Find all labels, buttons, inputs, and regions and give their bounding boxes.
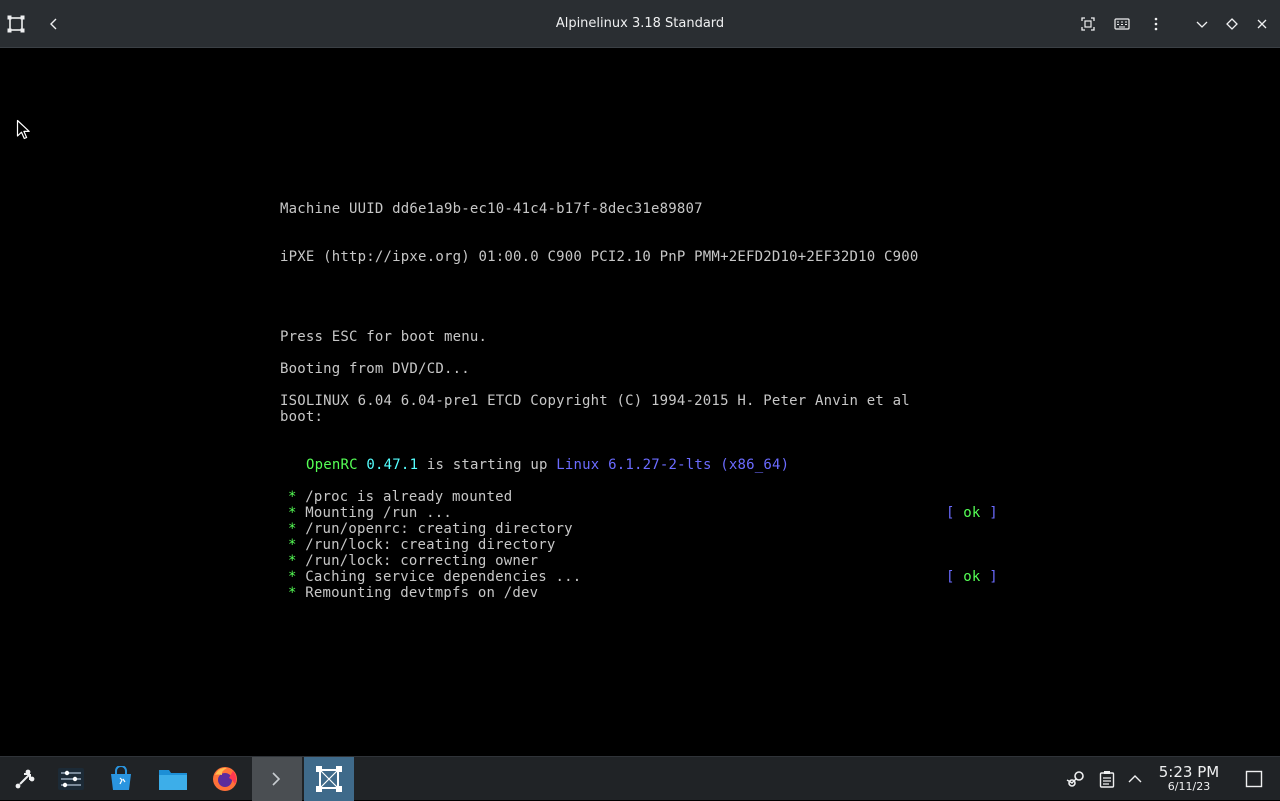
discover-store-icon[interactable] xyxy=(96,757,146,801)
chevron-up-icon[interactable] xyxy=(1125,769,1145,789)
service-line: * Caching service dependencies ... xyxy=(288,569,581,585)
fullscreen-icon[interactable] xyxy=(1072,8,1104,40)
ipxe-line: iPXE (http://ipxe.org) 01:00.0 C900 PCI2… xyxy=(280,249,919,265)
close-icon[interactable] xyxy=(1246,8,1278,40)
status-ok: [ ok ] xyxy=(946,505,998,521)
bullet: * xyxy=(288,569,297,585)
service-text: /run/lock: correcting owner xyxy=(305,553,539,569)
openrc-banner: OpenRC 0.47.1 is starting up Linux 6.1.2… xyxy=(306,457,789,473)
service-text: Remounting devtmpfs on /dev xyxy=(305,585,539,601)
show-desktop-icon[interactable] xyxy=(1242,767,1266,791)
vm-app-icon[interactable] xyxy=(0,8,32,40)
bullet: * xyxy=(288,505,297,521)
file-manager-icon[interactable] xyxy=(148,757,198,801)
service-line: * Mounting /run ... xyxy=(288,505,452,521)
service-line: * /run/lock: correcting owner xyxy=(288,553,538,569)
terminal-icon[interactable] xyxy=(252,757,302,801)
status-bracket: [ xyxy=(946,505,955,521)
service-line: * /proc is already mounted xyxy=(288,489,512,505)
clock-time[interactable]: 5:23 PM xyxy=(1150,763,1228,781)
service-text: Mounting /run ... xyxy=(305,505,452,521)
bullet: * xyxy=(288,553,297,569)
clock-date[interactable]: 6/11/23 xyxy=(1150,780,1228,793)
service-text: /proc is already mounted xyxy=(305,489,513,505)
service-text: /run/lock: creating directory xyxy=(305,537,556,553)
chevron-left-icon[interactable] xyxy=(38,8,70,40)
status-ok: [ ok ] xyxy=(946,569,998,585)
system-settings-icon[interactable] xyxy=(46,757,96,801)
bullet: * xyxy=(288,489,297,505)
keyboard-icon[interactable] xyxy=(1106,8,1138,40)
status-text: ok xyxy=(963,569,981,585)
status-bracket: ] xyxy=(989,505,998,521)
vm-manager-icon[interactable] xyxy=(304,757,354,801)
status-text: ok xyxy=(963,505,981,521)
service-line: * /run/lock: creating directory xyxy=(288,537,556,553)
window-titlebar: Alpinelinux 3.18 Standard xyxy=(0,0,1280,48)
openrc-name: OpenRC xyxy=(306,457,358,473)
chevron-down-icon[interactable] xyxy=(1186,8,1218,40)
mouse-pointer-icon xyxy=(16,119,32,145)
service-line: * Remounting devtmpfs on /dev xyxy=(288,585,538,601)
bullet: * xyxy=(288,537,297,553)
status-bracket: [ xyxy=(946,569,955,585)
kebab-menu-icon[interactable] xyxy=(1140,8,1172,40)
booting-line: Booting from DVD/CD... xyxy=(280,361,470,377)
steam-icon[interactable] xyxy=(1066,769,1086,789)
service-line: * /run/openrc: creating directory xyxy=(288,521,573,537)
firefox-icon[interactable] xyxy=(200,757,250,801)
boot-prompt-line: boot: xyxy=(280,409,324,425)
bullet: * xyxy=(288,521,297,537)
app-launcher-icon[interactable] xyxy=(0,757,50,801)
machine-uuid-line: Machine UUID dd6e1a9b-ec10-41c4-b17f-8de… xyxy=(280,201,703,217)
vm-console[interactable]: Machine UUID dd6e1a9b-ec10-41c4-b17f-8de… xyxy=(0,48,1280,756)
bullet: * xyxy=(288,585,297,601)
openrc-kernel: Linux 6.1.27-2-lts (x86_64) xyxy=(556,457,790,473)
clipboard-icon[interactable] xyxy=(1097,769,1117,789)
openrc-middle: is starting up xyxy=(426,457,548,473)
taskbar xyxy=(0,756,1280,801)
status-bracket: ] xyxy=(989,569,998,585)
press-esc-line: Press ESC for boot menu. xyxy=(280,329,488,345)
isolinux-line: ISOLINUX 6.04 6.04-pre1 ETCD Copyright (… xyxy=(280,393,910,409)
service-text: /run/openrc: creating directory xyxy=(305,521,573,537)
openrc-version: 0.47.1 xyxy=(366,457,419,473)
service-text: Caching service dependencies ... xyxy=(305,569,582,585)
diamond-icon[interactable] xyxy=(1216,8,1248,40)
